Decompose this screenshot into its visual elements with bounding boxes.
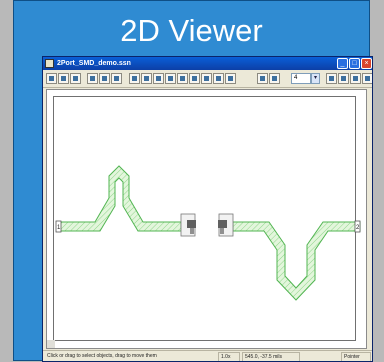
new-icon[interactable]	[46, 73, 57, 84]
grid-icon[interactable]	[326, 73, 337, 84]
zoom-input[interactable]: 4	[291, 73, 311, 84]
pan-icon[interactable]	[141, 73, 152, 84]
copy-icon[interactable]	[99, 73, 110, 84]
open-icon[interactable]	[58, 73, 69, 84]
minimize-button[interactable]: _	[337, 58, 348, 69]
trace-right[interactable]	[232, 221, 361, 301]
smd-component-right[interactable]	[218, 213, 234, 237]
window-title: 2Port_SMD_demo.ssn	[57, 60, 131, 67]
close-button[interactable]: ×	[361, 58, 372, 69]
save-icon[interactable]	[70, 73, 81, 84]
app-icon	[45, 59, 54, 68]
measure-icon[interactable]	[201, 73, 212, 84]
toolbar: 4 ▾	[43, 71, 372, 88]
cut-icon[interactable]	[87, 73, 98, 84]
layout-canvas[interactable]: 1 2	[46, 89, 367, 349]
layer-visible-icon[interactable]	[257, 73, 268, 84]
print-icon[interactable]	[362, 73, 372, 84]
status-bar: Click or drag to select objects, drag to…	[43, 350, 372, 361]
viewer-window: 2Port_SMD_demo.ssn _ □ × 4 ▾ 1 2 Click o…	[42, 56, 373, 362]
zoom-window-icon[interactable]	[189, 73, 200, 84]
trace-left[interactable]	[56, 165, 182, 232]
layer-select-icon[interactable]	[269, 73, 280, 84]
slide-title: 2D Viewer	[120, 13, 263, 48]
select-icon[interactable]	[129, 73, 140, 84]
window-titlebar[interactable]: 2Port_SMD_demo.ssn _ □ ×	[43, 57, 372, 70]
snap-icon[interactable]	[338, 73, 349, 84]
slide-background: 2D Viewer 2Port_SMD_demo.ssn _ □ × 4 ▾ 1…	[13, 0, 373, 362]
zoom-dropdown-button[interactable]: ▾	[311, 73, 320, 84]
smd-component-left[interactable]	[180, 213, 196, 237]
zoom-in-icon[interactable]	[153, 73, 164, 84]
properties-icon[interactable]	[350, 73, 361, 84]
paste-icon[interactable]	[111, 73, 122, 84]
scrollbar-corner[interactable]	[47, 340, 55, 348]
layout-drawing: 1 2	[55, 165, 361, 301]
zoom-out-icon[interactable]	[165, 73, 176, 84]
zoom-fit-icon[interactable]	[177, 73, 188, 84]
ruler-icon[interactable]	[213, 73, 224, 84]
layer-icon[interactable]	[225, 73, 236, 84]
maximize-button[interactable]: □	[349, 58, 360, 69]
